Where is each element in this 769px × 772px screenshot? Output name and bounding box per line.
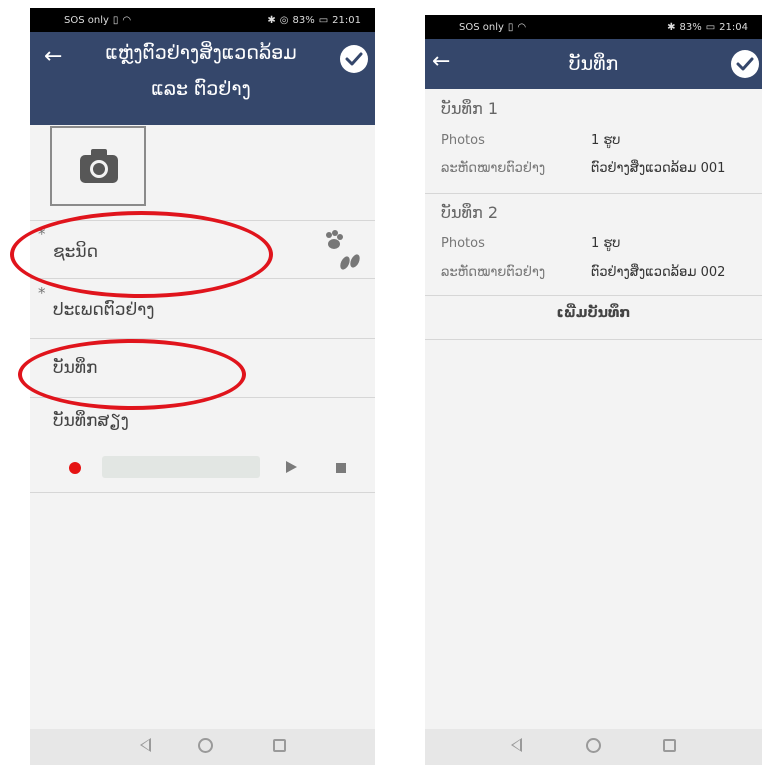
nav-home-icon[interactable] — [586, 738, 601, 753]
sim-icon: ▯ — [507, 21, 514, 33]
bluetooth-icon: ✱ — [667, 21, 676, 33]
camera-icon — [80, 149, 118, 183]
battery-percent: 83% — [679, 21, 702, 33]
save-check-icon[interactable] — [731, 50, 759, 78]
sample-code-label: ລະຫັດໝາຍຕົວຢ່າງ — [441, 161, 546, 176]
status-bar: SOS only ▯ ◠ ✱ ◎ 83% ▭ 21:01 — [30, 8, 375, 32]
sample-code-value: ຕົວຢ່າງສິ່ງແວດລ້ອມ 001 — [591, 161, 726, 176]
records-field[interactable]: ບັນທຶກ — [30, 340, 375, 398]
location-icon: ◎ — [279, 14, 289, 26]
paw-prints-icon[interactable] — [320, 229, 360, 271]
sample-code-label: ລະຫັດໝາຍຕົວຢ່າງ — [441, 265, 546, 280]
back-arrow-icon[interactable]: ← — [44, 44, 62, 69]
nav-home-icon[interactable] — [198, 738, 213, 753]
audio-record-label: ບັນທຶກສຽງ — [53, 411, 129, 431]
sim-icon: ▯ — [112, 14, 119, 26]
save-check-icon[interactable] — [340, 45, 368, 73]
battery-icon: ▭ — [318, 14, 329, 26]
audio-record-field: ບັນທຶກສຽງ — [30, 399, 375, 445]
battery-percent: 83% — [292, 14, 315, 26]
play-icon[interactable] — [286, 461, 297, 473]
carrier-status: SOS only — [64, 14, 109, 26]
sample-type-label: ປະເພດຕົວຢ່າງ — [53, 300, 155, 320]
system-nav-bar — [30, 729, 375, 765]
nav-recents-icon[interactable] — [663, 739, 676, 752]
audio-progress-bar[interactable] — [102, 456, 260, 478]
photos-label: Photos — [441, 236, 485, 251]
sample-code-value: ຕົວຢ່າງສິ່ງແວດລ້ອມ 002 — [591, 265, 726, 280]
records-label: ບັນທຶກ — [53, 358, 98, 378]
carrier-status: SOS only — [459, 21, 504, 33]
status-bar: SOS only ▯ ◠ ✱ 83% ▭ 21:04 — [425, 15, 762, 39]
page-title: ບັນທຶກ — [568, 53, 619, 75]
required-marker: * — [38, 225, 46, 243]
wifi-icon: ◠ — [517, 21, 527, 33]
page-title-line-2: ແລະ ຕົວຢ່າງ — [151, 78, 251, 100]
clock: 21:01 — [332, 14, 361, 26]
audio-recorder — [30, 445, 375, 493]
photos-value: 1 ຮູບ — [591, 236, 621, 251]
photo-picker[interactable] — [50, 126, 146, 206]
wifi-icon: ◠ — [122, 14, 132, 26]
nav-recents-icon[interactable] — [273, 739, 286, 752]
record-heading: ບັນທຶກ 1 — [441, 99, 499, 118]
phone-screen-right: SOS only ▯ ◠ ✱ 83% ▭ 21:04 ← ບັນທຶກ ບັນທ… — [425, 15, 762, 765]
add-record-button[interactable]: ເພີ່ມບັນທຶກ — [425, 305, 762, 321]
sample-type-field[interactable]: * ປະເພດຕົວຢ່າງ — [30, 280, 375, 339]
species-label: ຊະນິດ — [53, 242, 98, 262]
bluetooth-icon: ✱ — [267, 14, 276, 26]
species-field[interactable]: * ຊະນິດ — [30, 221, 375, 279]
record-icon[interactable] — [69, 462, 81, 474]
stop-icon[interactable] — [336, 463, 346, 473]
required-marker: * — [38, 284, 46, 302]
clock: 21:04 — [719, 21, 748, 33]
photos-value: 1 ຮູບ — [591, 133, 621, 148]
nav-back-icon[interactable] — [140, 738, 151, 752]
back-arrow-icon[interactable]: ← — [432, 49, 450, 74]
app-bar: ← ບັນທຶກ — [425, 39, 762, 89]
record-heading: ບັນທຶກ 2 — [441, 203, 499, 222]
battery-icon: ▭ — [705, 21, 716, 33]
system-nav-bar — [425, 729, 762, 765]
app-bar: ← ແຫຼ່ງຕົວຢ່າງສິ່ງແວດລ້ອມ ແລະ ຕົວຢ່າງ — [30, 32, 375, 125]
phone-screen-left: SOS only ▯ ◠ ✱ ◎ 83% ▭ 21:01 ← ແຫຼ່ງຕົວຢ… — [30, 8, 375, 765]
page-title-line-1: ແຫຼ່ງຕົວຢ່າງສິ່ງແວດລ້ອມ — [105, 42, 297, 64]
photos-label: Photos — [441, 133, 485, 148]
nav-back-icon[interactable] — [511, 738, 522, 752]
